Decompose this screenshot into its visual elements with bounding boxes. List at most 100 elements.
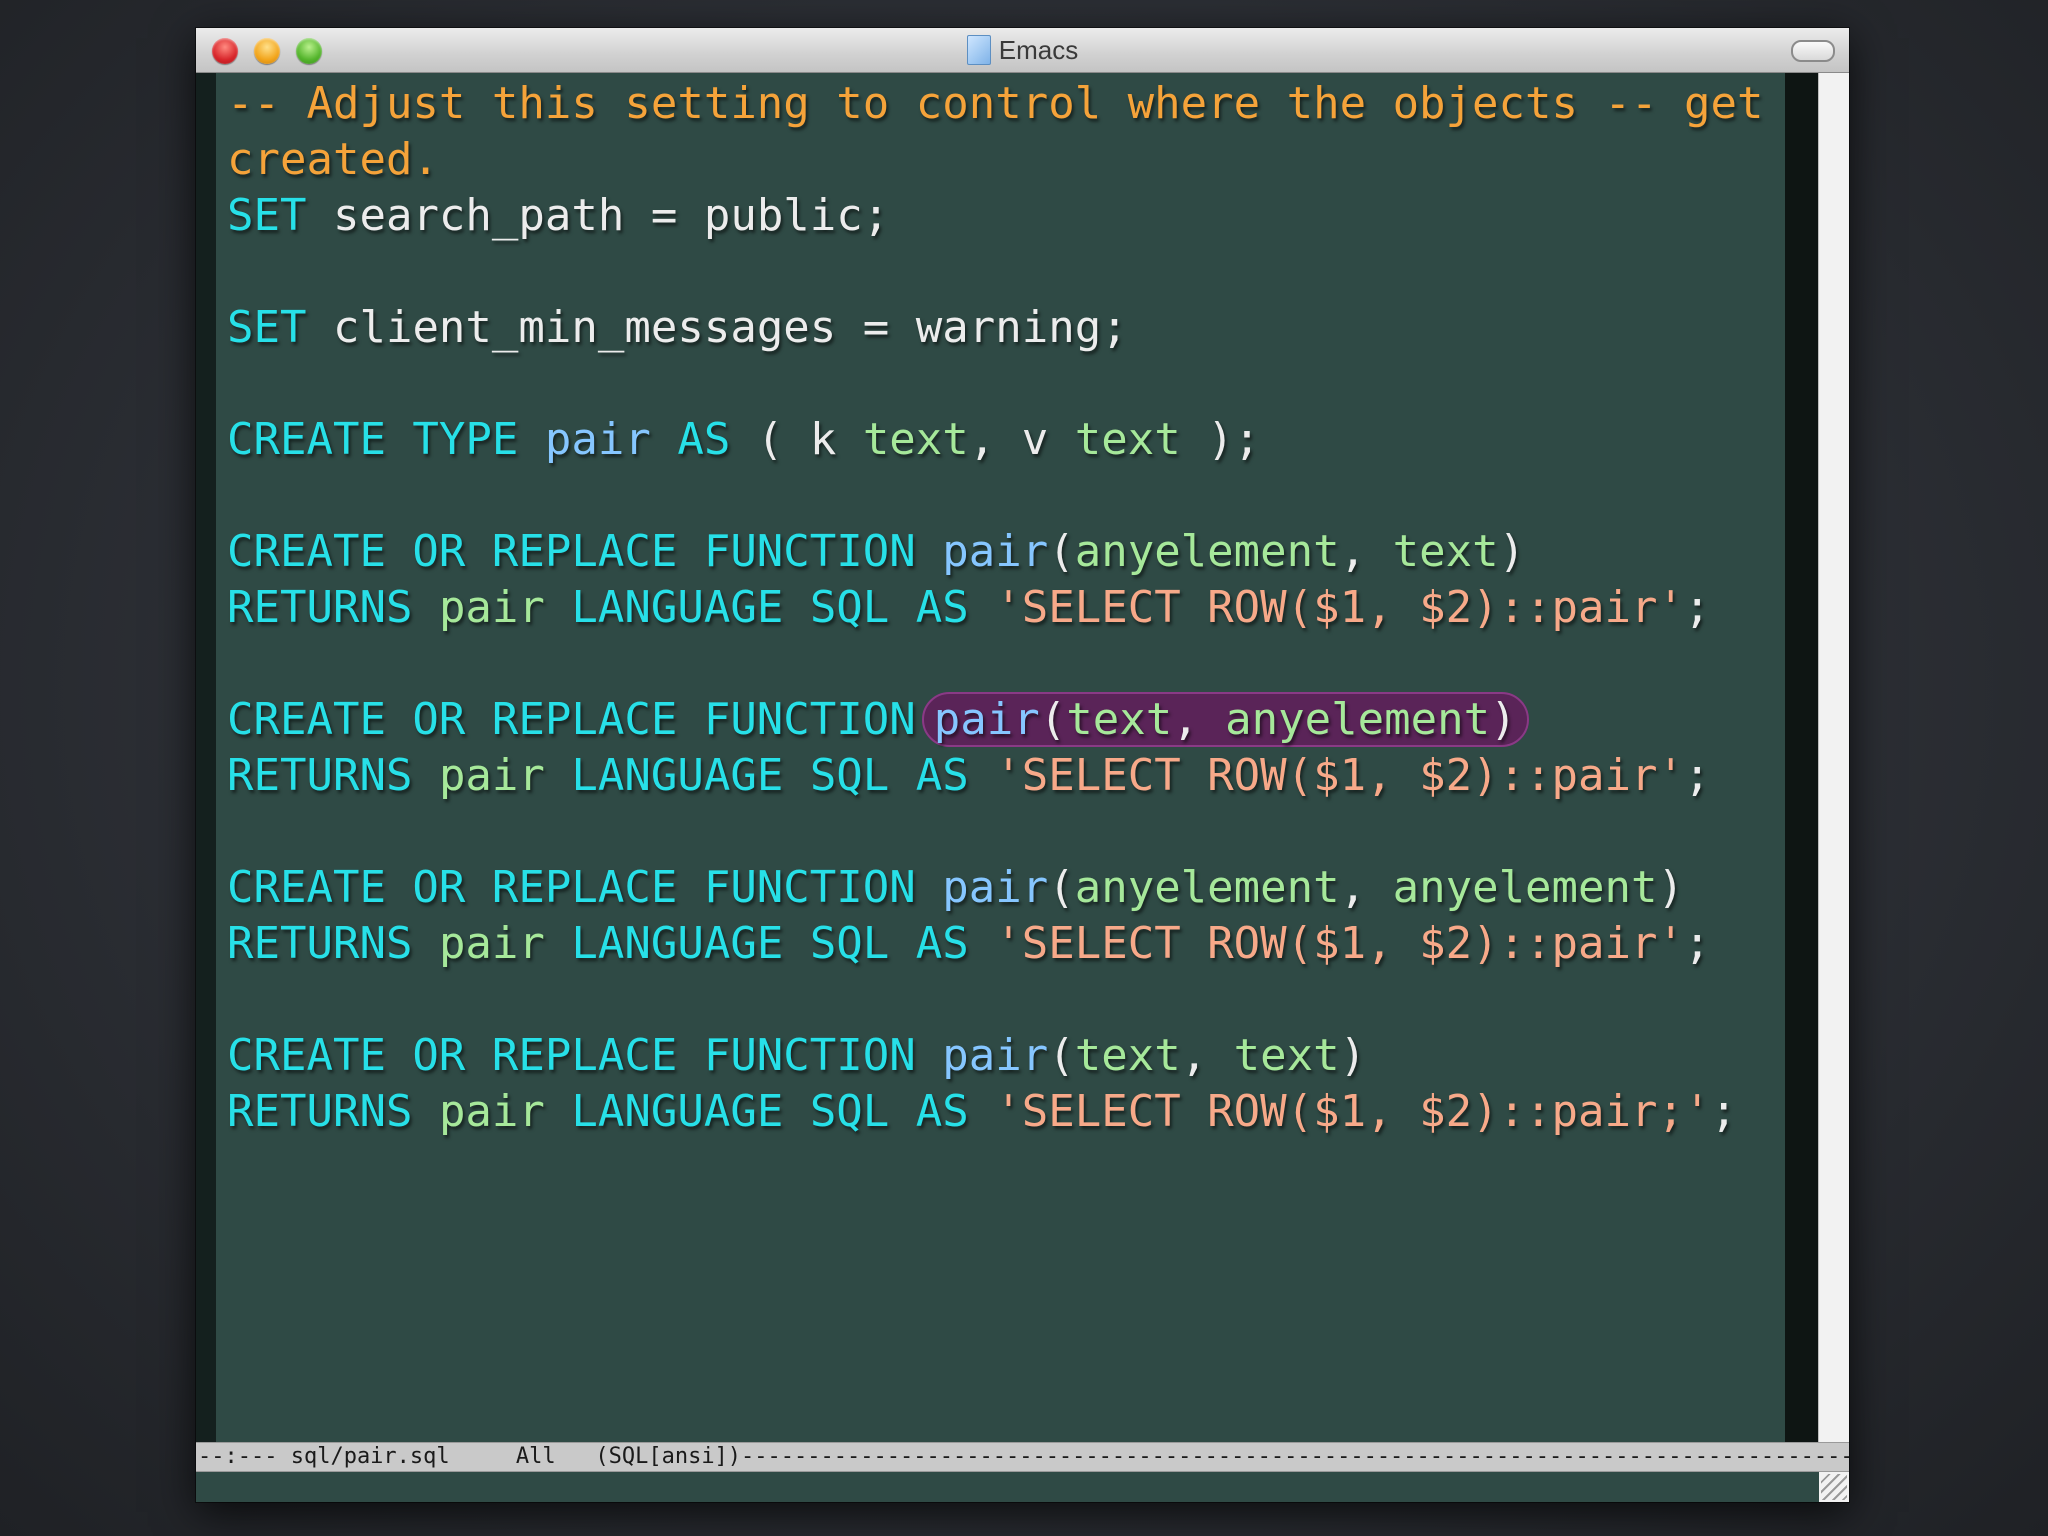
code-token: ) <box>1339 1030 1367 1081</box>
code-token: , <box>1339 526 1393 577</box>
code-line[interactable]: CREATE TYPE pair AS ( k text, v text ); <box>227 412 1779 468</box>
type-token: pair <box>438 918 545 969</box>
comment-token: created. <box>227 134 439 185</box>
function-name-token: pair <box>942 1030 1049 1081</box>
string-literal-token: 'SELECT ROW($1, $2)::pair' <box>995 582 1685 633</box>
function-name-token: pair <box>942 526 1049 577</box>
code-token: client_min_messages = warning; <box>306 302 1128 353</box>
vertical-scrollbar[interactable] <box>1818 73 1849 1502</box>
code-token: ) <box>1498 526 1526 577</box>
code-token: ; <box>1684 582 1711 633</box>
keyword-token: AS <box>677 414 731 465</box>
emacs-window: Emacs -- Adjust this setting to control … <box>196 28 1849 1502</box>
code-line[interactable]: RETURNS pair LANGUAGE SQL AS 'SELECT ROW… <box>227 748 1779 804</box>
string-literal-token: 'SELECT ROW($1, $2)::pair' <box>995 750 1685 801</box>
mode-line: --:--- sql/pair.sql All (SQL[ansi])-----… <box>196 1442 1849 1472</box>
type-token: pair <box>438 750 545 801</box>
type-token: text <box>1066 694 1173 745</box>
keyword-token: CREATE TYPE <box>227 414 519 465</box>
type-token: anyelement <box>1074 526 1340 577</box>
function-name-token: pair <box>942 862 1049 913</box>
type-token: anyelement <box>1074 862 1340 913</box>
code-line[interactable]: SET client_min_messages = warning; <box>227 300 1779 356</box>
keyword-token: RETURNS <box>227 918 413 969</box>
keyword-token: RETURNS <box>227 1086 413 1137</box>
code-line[interactable] <box>227 468 1779 524</box>
keyword-token: CREATE OR REPLACE FUNCTION <box>227 862 916 913</box>
left-fringe <box>196 73 216 1444</box>
keyword-token: CREATE OR REPLACE FUNCTION <box>227 694 916 745</box>
function-name-token: pair <box>544 414 651 465</box>
highlighted-region: pair(text, anyelement) <box>921 692 1529 747</box>
code-line[interactable]: -- Adjust this setting to control where … <box>227 76 1779 132</box>
type-token: text <box>1074 1030 1181 1081</box>
type-token: pair <box>438 1086 545 1137</box>
code-token: ; <box>1710 1086 1738 1137</box>
type-token: anyelement <box>1225 694 1491 745</box>
type-token: text <box>1074 414 1181 465</box>
code-token: ) <box>1490 694 1517 745</box>
code-line[interactable]: CREATE OR REPLACE FUNCTION pair(text, any… <box>227 692 1779 748</box>
code-line[interactable]: RETURNS pair LANGUAGE SQL AS 'SELECT ROW… <box>227 580 1779 636</box>
type-token: text <box>1233 1030 1340 1081</box>
type-token: anyelement <box>1392 862 1658 913</box>
document-icon <box>966 35 991 65</box>
code-token: ( <box>1048 526 1075 577</box>
keyword-token: LANGUAGE SQL AS <box>571 582 969 633</box>
keyword-token: RETURNS <box>227 750 413 801</box>
code-buffer[interactable]: -- Adjust this setting to control where … <box>227 76 1779 1140</box>
string-literal-token: 'SELECT ROW($1, $2)::pair' <box>995 918 1685 969</box>
code-token: ( <box>1048 1030 1075 1081</box>
code-token: ; <box>1684 918 1711 969</box>
keyword-token: LANGUAGE SQL AS <box>571 1086 969 1137</box>
code-token: ; <box>1684 750 1711 801</box>
code-token: ); <box>1180 414 1261 465</box>
code-line[interactable]: CREATE OR REPLACE FUNCTION pair(anyeleme… <box>227 860 1779 916</box>
right-fringe <box>1785 73 1819 1444</box>
keyword-token: CREATE OR REPLACE FUNCTION <box>227 526 916 577</box>
code-token: ( <box>1048 862 1075 913</box>
code-line[interactable]: RETURNS pair LANGUAGE SQL AS 'SELECT ROW… <box>227 916 1779 972</box>
keyword-token: RETURNS <box>227 582 413 633</box>
code-line[interactable] <box>227 972 1779 1028</box>
keyword-token: LANGUAGE SQL AS <box>571 918 969 969</box>
code-token: , v <box>968 414 1075 465</box>
code-token: search_path = public; <box>306 190 890 241</box>
code-token: ( <box>1039 694 1067 745</box>
code-token: ) <box>1657 862 1685 913</box>
code-line[interactable]: CREATE OR REPLACE FUNCTION pair(anyeleme… <box>227 524 1779 580</box>
title-bar[interactable]: Emacs <box>196 28 1849 73</box>
type-token: text <box>862 414 969 465</box>
string-literal-token: 'SELECT ROW($1, $2)::pair;' <box>995 1086 1711 1137</box>
code-token: ( k <box>730 414 863 465</box>
code-line[interactable]: CREATE OR REPLACE FUNCTION pair(text, te… <box>227 1028 1779 1084</box>
keyword-token: LANGUAGE SQL AS <box>571 750 969 801</box>
toolbar-toggle-button[interactable] <box>1791 40 1835 62</box>
code-line[interactable]: RETURNS pair LANGUAGE SQL AS 'SELECT ROW… <box>227 1084 1779 1140</box>
comment-token: -- Adjust this setting to control where … <box>227 78 1764 129</box>
keyword-token: SET <box>227 302 307 353</box>
code-line[interactable]: SET search_path = public; <box>227 188 1779 244</box>
code-line[interactable] <box>227 636 1779 692</box>
code-line[interactable] <box>227 804 1779 860</box>
code-line[interactable] <box>227 244 1779 300</box>
minibuffer[interactable] <box>216 1472 1819 1502</box>
code-token: , <box>1339 862 1393 913</box>
code-line[interactable] <box>227 356 1779 412</box>
keyword-token: SET <box>227 190 307 241</box>
code-line[interactable]: created. <box>227 132 1779 188</box>
resize-grip-icon[interactable] <box>1821 1474 1847 1500</box>
